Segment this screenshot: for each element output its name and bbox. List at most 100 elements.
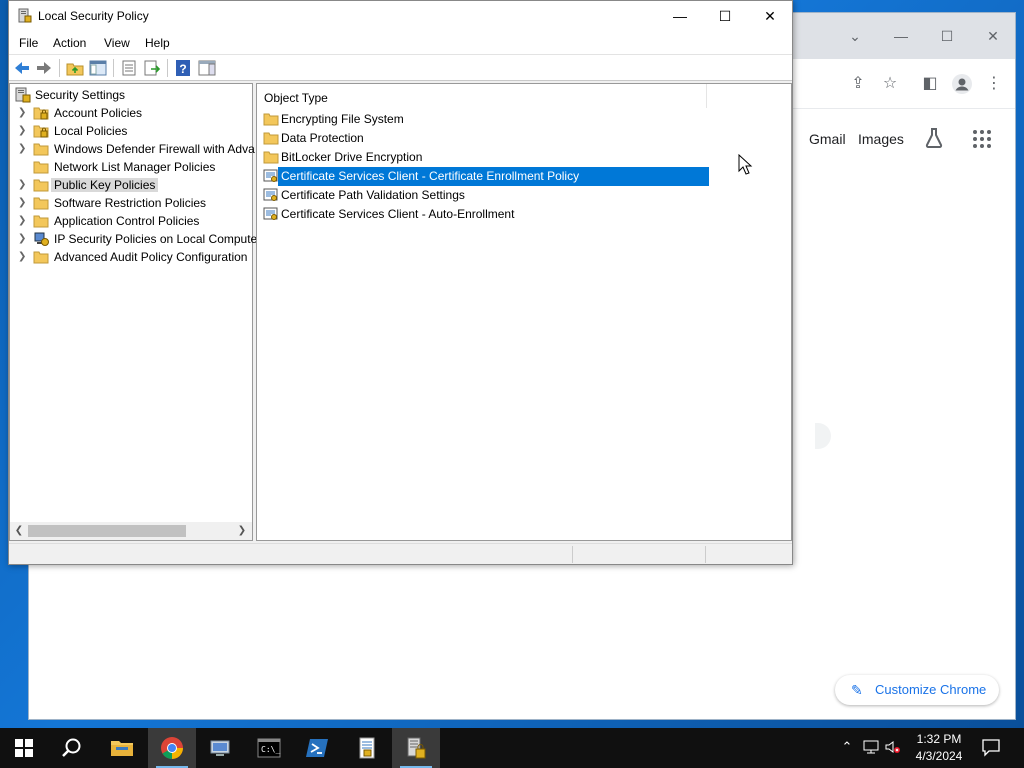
show-hidden-icons-chevron-icon[interactable]: ⌃ <box>838 738 856 756</box>
chrome-side-handle <box>815 423 831 449</box>
side-panel-icon[interactable]: ◧ <box>918 72 942 96</box>
menu-file[interactable]: File <box>19 36 38 50</box>
expand-chevron-icon[interactable]: ❯ <box>18 178 28 192</box>
customize-chrome-button[interactable]: ✎ Customize Chrome <box>835 675 999 705</box>
chrome-close-button[interactable]: ✕ <box>979 25 1007 47</box>
chrome-tab-search-icon[interactable]: ⌄ <box>841 25 869 47</box>
expand-chevron-icon[interactable]: ❯ <box>18 196 28 210</box>
scroll-left-arrow-icon[interactable]: ❮ <box>12 524 26 538</box>
expand-chevron-icon[interactable]: ❯ <box>18 232 28 246</box>
tree-item-account-policies[interactable]: ❯ Account Policies <box>10 104 252 122</box>
folder-icon <box>263 111 279 127</box>
security-settings-icon <box>15 87 31 103</box>
window-title: Local Security Policy <box>38 9 149 23</box>
title-bar[interactable]: Local Security Policy — ☐ ✕ <box>9 1 792 32</box>
notepad-document-icon[interactable] <box>343 728 391 768</box>
tree-item-label: Account Policies <box>54 106 143 120</box>
expand-chevron-icon[interactable]: ❯ <box>18 250 28 264</box>
tree-item-public-key-policies[interactable]: ❯ Public Key Policies <box>10 176 252 194</box>
menu-action[interactable]: Action <box>53 36 86 50</box>
local-security-policy-taskbar-icon[interactable] <box>392 728 440 768</box>
menu-help[interactable]: Help <box>145 36 170 50</box>
chrome-taskbar-icon[interactable] <box>148 728 196 768</box>
tree-item-advanced-audit[interactable]: ❯ Advanced Audit Policy Configuration <box>10 248 252 266</box>
bookmark-star-icon[interactable]: ☆ <box>878 72 902 96</box>
expand-chevron-icon[interactable]: ❯ <box>18 106 28 120</box>
list-item-bitlocker[interactable]: BitLocker Drive Encryption <box>257 148 717 167</box>
customize-chrome-label: Customize Chrome <box>875 682 987 697</box>
list-item-encrypting-file-system[interactable]: Encrypting File System <box>257 110 717 129</box>
list-item-auto-enrollment[interactable]: Certificate Services Client - Auto-Enrol… <box>257 205 717 224</box>
start-button[interactable] <box>0 728 48 768</box>
local-security-policy-window[interactable]: Local Security Policy — ☐ ✕ File Action … <box>8 0 793 565</box>
share-icon[interactable]: ⇪ <box>846 72 870 96</box>
clock-date: 4/3/2024 <box>915 749 963 763</box>
status-separator <box>572 546 573 563</box>
certificate-icon <box>263 206 279 222</box>
forward-arrow-icon[interactable] <box>35 59 53 77</box>
google-apps-icon[interactable] <box>973 130 991 148</box>
security-policy-app-icon <box>18 8 32 24</box>
chrome-menu-icon[interactable]: ⋮ <box>982 72 1006 96</box>
folder-icon <box>33 141 49 157</box>
chrome-maximize-button[interactable]: ☐ <box>933 25 961 47</box>
menu-view[interactable]: View <box>104 36 130 50</box>
scroll-thumb[interactable] <box>28 525 186 537</box>
command-prompt-icon[interactable]: C:\_ <box>245 728 293 768</box>
list-item-label: Certificate Services Client - Auto-Enrol… <box>281 207 515 221</box>
scroll-right-arrow-icon[interactable]: ❯ <box>235 524 249 538</box>
tree-root-security-settings[interactable]: Security Settings <box>10 86 252 104</box>
expand-chevron-icon[interactable]: ❯ <box>18 124 28 138</box>
clock-time: 1:32 PM <box>916 732 962 746</box>
tree-item-label: Software Restriction Policies <box>54 196 207 210</box>
system-clock[interactable]: 1:32 PM 4/3/2024 <box>904 731 974 765</box>
file-explorer-icon[interactable] <box>98 728 146 768</box>
back-arrow-icon[interactable] <box>13 59 31 77</box>
gmail-link[interactable]: Gmail <box>809 131 846 147</box>
list-item-label: Data Protection <box>281 131 364 145</box>
menu-bar: File Action View Help <box>9 32 792 54</box>
network-icon[interactable] <box>862 738 880 756</box>
tree-item-local-policies[interactable]: ❯ Local Policies <box>10 122 252 140</box>
list-item-data-protection[interactable]: Data Protection <box>257 129 717 148</box>
tree-item-label: Windows Defender Firewall with Adva <box>54 142 255 156</box>
tree-item-application-control[interactable]: ❯ Application Control Policies <box>10 212 252 230</box>
minimize-button[interactable]: — <box>657 1 703 32</box>
list-item-cert-enrollment-policy[interactable]: Certificate Services Client - Certificat… <box>257 167 717 186</box>
mouse-cursor-icon <box>738 153 754 176</box>
tree-item-ip-security[interactable]: ❯ IP Security Policies on Local Compute <box>10 230 257 248</box>
tree-item-network-list-manager[interactable]: Network List Manager Policies <box>10 158 252 176</box>
svg-text:C:\_: C:\_ <box>261 745 280 754</box>
tree-item-windows-defender-firewall[interactable]: ❯ Windows Defender Firewall with Adva <box>10 140 255 158</box>
certificate-icon <box>263 187 279 203</box>
list-item-label: Certificate Path Validation Settings <box>281 188 465 202</box>
list-item-cert-path-validation[interactable]: Certificate Path Validation Settings <box>257 186 717 205</box>
properties-icon[interactable] <box>120 59 138 77</box>
close-button[interactable]: ✕ <box>747 1 793 32</box>
powershell-icon[interactable] <box>294 728 342 768</box>
status-separator <box>705 546 706 563</box>
chrome-minimize-button[interactable]: — <box>887 25 915 47</box>
maximize-button[interactable]: ☐ <box>702 1 748 32</box>
expand-chevron-icon[interactable]: ❯ <box>18 214 28 228</box>
export-list-icon[interactable] <box>143 59 161 77</box>
profile-icon[interactable] <box>950 72 974 96</box>
labs-flask-icon[interactable] <box>922 126 946 150</box>
tree-item-label: Public Key Policies <box>51 178 159 192</box>
tree-pane[interactable]: Security Settings ❯ Account Policies ❯ L… <box>9 83 257 541</box>
help-icon[interactable]: ? <box>174 59 192 77</box>
volume-muted-icon[interactable] <box>884 738 902 756</box>
tree-horizontal-scrollbar[interactable]: ❮ ❯ <box>10 522 252 540</box>
server-manager-icon[interactable] <box>196 728 244 768</box>
notification-center-icon[interactable] <box>980 736 1002 758</box>
show-hide-tree-icon[interactable] <box>89 59 107 77</box>
details-pane[interactable]: Object Type Encrypting File System Data … <box>256 83 792 541</box>
search-icon[interactable] <box>48 728 96 768</box>
up-folder-icon[interactable] <box>66 59 84 77</box>
tree-item-software-restriction[interactable]: ❯ Software Restriction Policies <box>10 194 252 212</box>
expand-chevron-icon[interactable]: ❯ <box>18 142 28 156</box>
show-action-pane-icon[interactable] <box>198 59 216 77</box>
ip-security-icon <box>33 231 49 247</box>
images-link[interactable]: Images <box>858 131 904 147</box>
column-header-object-type[interactable]: Object Type <box>257 84 707 108</box>
